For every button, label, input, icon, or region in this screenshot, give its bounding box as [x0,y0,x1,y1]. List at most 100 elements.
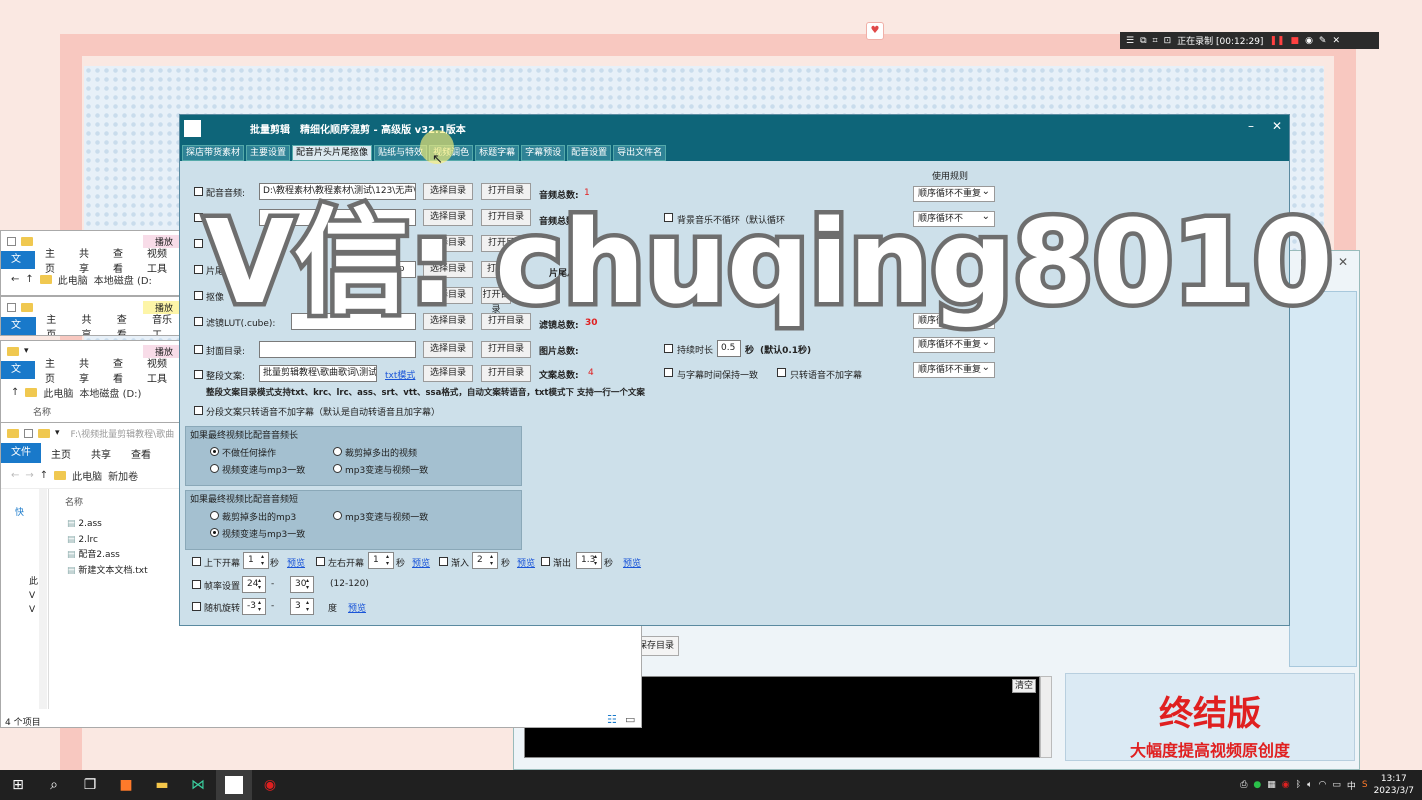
intro-select-button[interactable]: 选择目录 [423,209,473,226]
list-item[interactable]: ▤ 2.ass [67,517,148,533]
rotate-max-input[interactable]: 3 [290,598,314,615]
log-scrollbar[interactable] [1040,676,1052,758]
text-select-button[interactable]: 选择目录 [423,365,473,382]
fadeout-checkbox[interactable] [541,557,550,566]
battery-icon[interactable]: ▭ [1332,780,1341,790]
radio-none[interactable] [210,447,219,456]
cover-open-button[interactable]: 打开目录 [481,341,531,358]
file-tab[interactable]: 文件 [1,251,35,283]
view-tab[interactable]: 查看 [103,355,137,385]
preview-view-icon[interactable]: ▭ [625,713,635,726]
rotate-min-input[interactable]: -3 [242,598,266,615]
view-tab[interactable]: 查看 [121,446,161,461]
txt-mode-link[interactable]: txt模式 [385,368,415,381]
camera-icon[interactable]: ◉ [1305,36,1313,46]
column-name[interactable]: 名称 [1,405,185,418]
radio-video-speed[interactable] [210,464,219,473]
open-vertical-input[interactable]: 1 [243,552,269,569]
check-icon[interactable] [7,302,16,312]
tools-tab[interactable]: 视频工具 [137,245,185,275]
record-icon[interactable]: ◉ [252,770,288,800]
share-tab[interactable]: 共享 [69,245,103,275]
up-icon[interactable]: ↑ [40,470,48,481]
tab-main[interactable]: 主要设置 [246,145,291,161]
tab-voice-setting[interactable]: 配音设置 [567,145,612,161]
tab-export[interactable]: 导出文件名 [613,145,667,161]
matte-checkbox[interactable] [194,291,203,300]
rule-select-2[interactable]: 顺序循环不 [913,210,995,227]
tab-store[interactable]: 探店带货素材 [182,145,245,161]
tab-subtitle-preset[interactable]: 字幕预设 [521,145,566,161]
sync-checkbox[interactable] [664,368,673,377]
tab-voice[interactable]: 配音片头片尾抠像 [292,145,373,161]
intro-open-button[interactable]: 打开目录 [481,209,531,226]
bluetooth-icon[interactable]: ᛒ [1296,780,1301,790]
row3-select-button[interactable]: 选择目录 [423,235,473,252]
app-s-icon[interactable]: S [1362,780,1368,790]
voice-open-button[interactable]: 打开目录 [481,183,531,200]
rule-select-1[interactable]: 顺序循环不重复 [913,185,995,202]
cover-path-input[interactable] [259,341,416,358]
network-icon[interactable]: ▦ [1267,780,1276,790]
record-tray-icon[interactable]: ◉ [1282,780,1290,790]
file-tab[interactable]: 文件 [1,443,41,463]
fadeout-preview[interactable]: 预览 [623,556,641,569]
crumb-pc[interactable]: 此电脑 [58,272,88,287]
check-icon[interactable] [24,428,33,438]
cover-select-button[interactable]: 选择目录 [423,341,473,358]
outro-select-button[interactable]: 选择目录 [423,261,473,278]
outro-open-button[interactable]: 打开 [481,261,511,278]
open-vertical-checkbox[interactable] [192,557,201,566]
cover-checkbox[interactable] [194,345,203,354]
voice-select-button[interactable]: 选择目录 [423,183,473,200]
close-icon[interactable]: ✕ [1272,119,1282,133]
list-item[interactable]: ▤ 2.lrc [67,533,148,549]
lut-select-button[interactable]: 选择目录 [423,313,473,330]
pen-icon[interactable]: ✎ [1319,36,1327,46]
home-tab[interactable]: 主页 [35,355,69,385]
rule-select-5[interactable]: 顺序循环不重复 [913,361,995,378]
column-name[interactable]: 名称 [65,495,83,508]
clear-button[interactable]: 清空 [1012,679,1036,693]
duration-checkbox[interactable] [664,344,673,353]
radio-mp3-speed[interactable] [333,464,342,473]
printer-icon[interactable]: ⎙ [1240,780,1247,790]
view-tab[interactable]: 查看 [107,311,142,335]
file-explorer-icon[interactable]: ▬ [144,770,180,800]
list-item[interactable]: ▤ 新建文本文档.txt [67,564,148,580]
task-view-icon[interactable]: ❐ [72,770,108,800]
stop-icon[interactable]: ■ [1291,36,1300,46]
view-tab[interactable]: 查看 [103,245,137,275]
duration-input[interactable]: 0.5 [717,340,741,357]
rule-select-4[interactable]: 顺序循环不重复 [913,336,995,353]
fadein-input[interactable]: 2 [472,552,498,569]
row3-open-button[interactable]: 打开目录 [481,235,531,252]
fps-min-input[interactable]: 24 [242,576,266,593]
crumb-disk[interactable]: 本地磁盘 (D: [94,272,152,287]
ime-indicator[interactable]: 中 [1347,779,1356,792]
list-item[interactable]: ▤ 配音2.ass [67,548,148,564]
app-orange-icon[interactable]: ■ [108,770,144,800]
matte-select-button[interactable]: 选择目录 [423,287,473,304]
text-checkbox[interactable] [194,370,203,379]
details-view-icon[interactable]: ☷ [607,713,617,726]
window-icon[interactable]: ⧉ [1140,36,1146,46]
bg-music-checkbox[interactable] [664,213,673,222]
intro-path-input[interactable] [259,209,416,226]
clock[interactable]: 13:17 2023/3/7 [1374,773,1414,797]
share-tab[interactable]: 共享 [72,311,107,335]
close-icon[interactable]: ✕ [1332,36,1340,46]
share-tab[interactable]: 共享 [81,446,121,461]
capcut-icon[interactable]: ⋈ [180,770,216,800]
dropdown-icon[interactable]: ▾ [55,428,60,438]
radio-trim-mp3[interactable] [210,511,219,520]
radio-trim-video[interactable] [333,447,342,456]
rule-select-3[interactable]: 顺序循环不重复 [913,312,995,329]
volume-icon[interactable]: 🔈︎ [1307,780,1312,790]
up-icon[interactable]: ↑ [11,387,19,398]
wechat-icon[interactable]: ● [1253,780,1261,790]
text-path-input[interactable]: 批量剪辑教程\歌曲歌词\测试 [259,365,377,382]
open-horizontal-checkbox[interactable] [316,557,325,566]
radio-mp3-speed-2[interactable] [333,511,342,520]
pause-icon[interactable]: ❚❚ [1269,36,1284,46]
